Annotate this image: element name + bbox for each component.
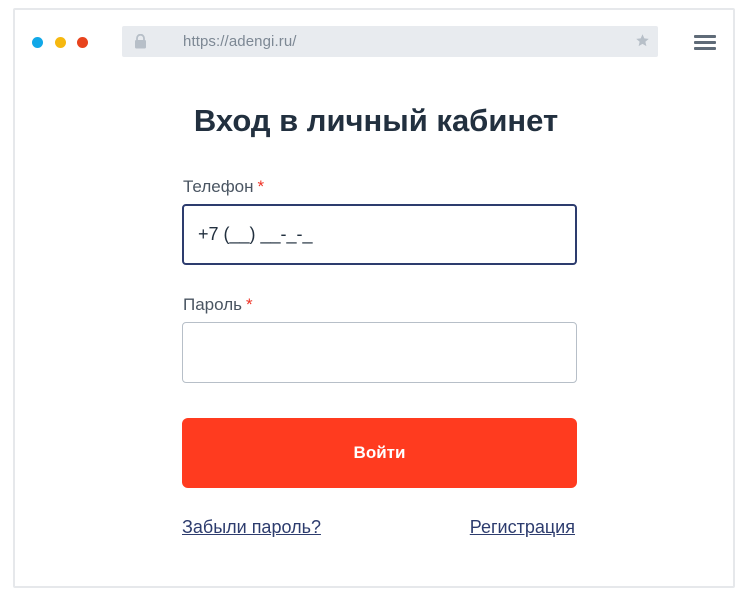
password-label: Пароль * bbox=[183, 295, 253, 315]
window-close-dot[interactable] bbox=[32, 37, 43, 48]
forgot-password-link[interactable]: Забыли пароль? bbox=[182, 517, 321, 538]
page-title: Вход в личный кабинет bbox=[193, 103, 559, 138]
star-icon[interactable] bbox=[635, 33, 650, 48]
phone-label-text: Телефон bbox=[183, 177, 254, 196]
window-maximize-dot[interactable] bbox=[77, 37, 88, 48]
required-mark: * bbox=[257, 177, 265, 196]
password-input[interactable] bbox=[182, 322, 577, 383]
register-link[interactable]: Регистрация bbox=[470, 517, 575, 538]
required-mark: * bbox=[246, 295, 253, 314]
lock-icon bbox=[135, 34, 146, 49]
url-text: https://adengi.ru/ bbox=[183, 33, 297, 50]
address-bar[interactable]: https://adengi.ru/ bbox=[122, 26, 658, 57]
window-minimize-dot[interactable] bbox=[55, 37, 66, 48]
password-label-text: Пароль bbox=[183, 295, 242, 314]
browser-window: https://adengi.ru/ Вход в личный кабинет… bbox=[13, 8, 735, 588]
login-button[interactable]: Войти bbox=[182, 418, 577, 488]
phone-input[interactable] bbox=[182, 204, 577, 265]
hamburger-menu-icon[interactable] bbox=[694, 34, 718, 52]
phone-label: Телефон * bbox=[183, 177, 264, 197]
